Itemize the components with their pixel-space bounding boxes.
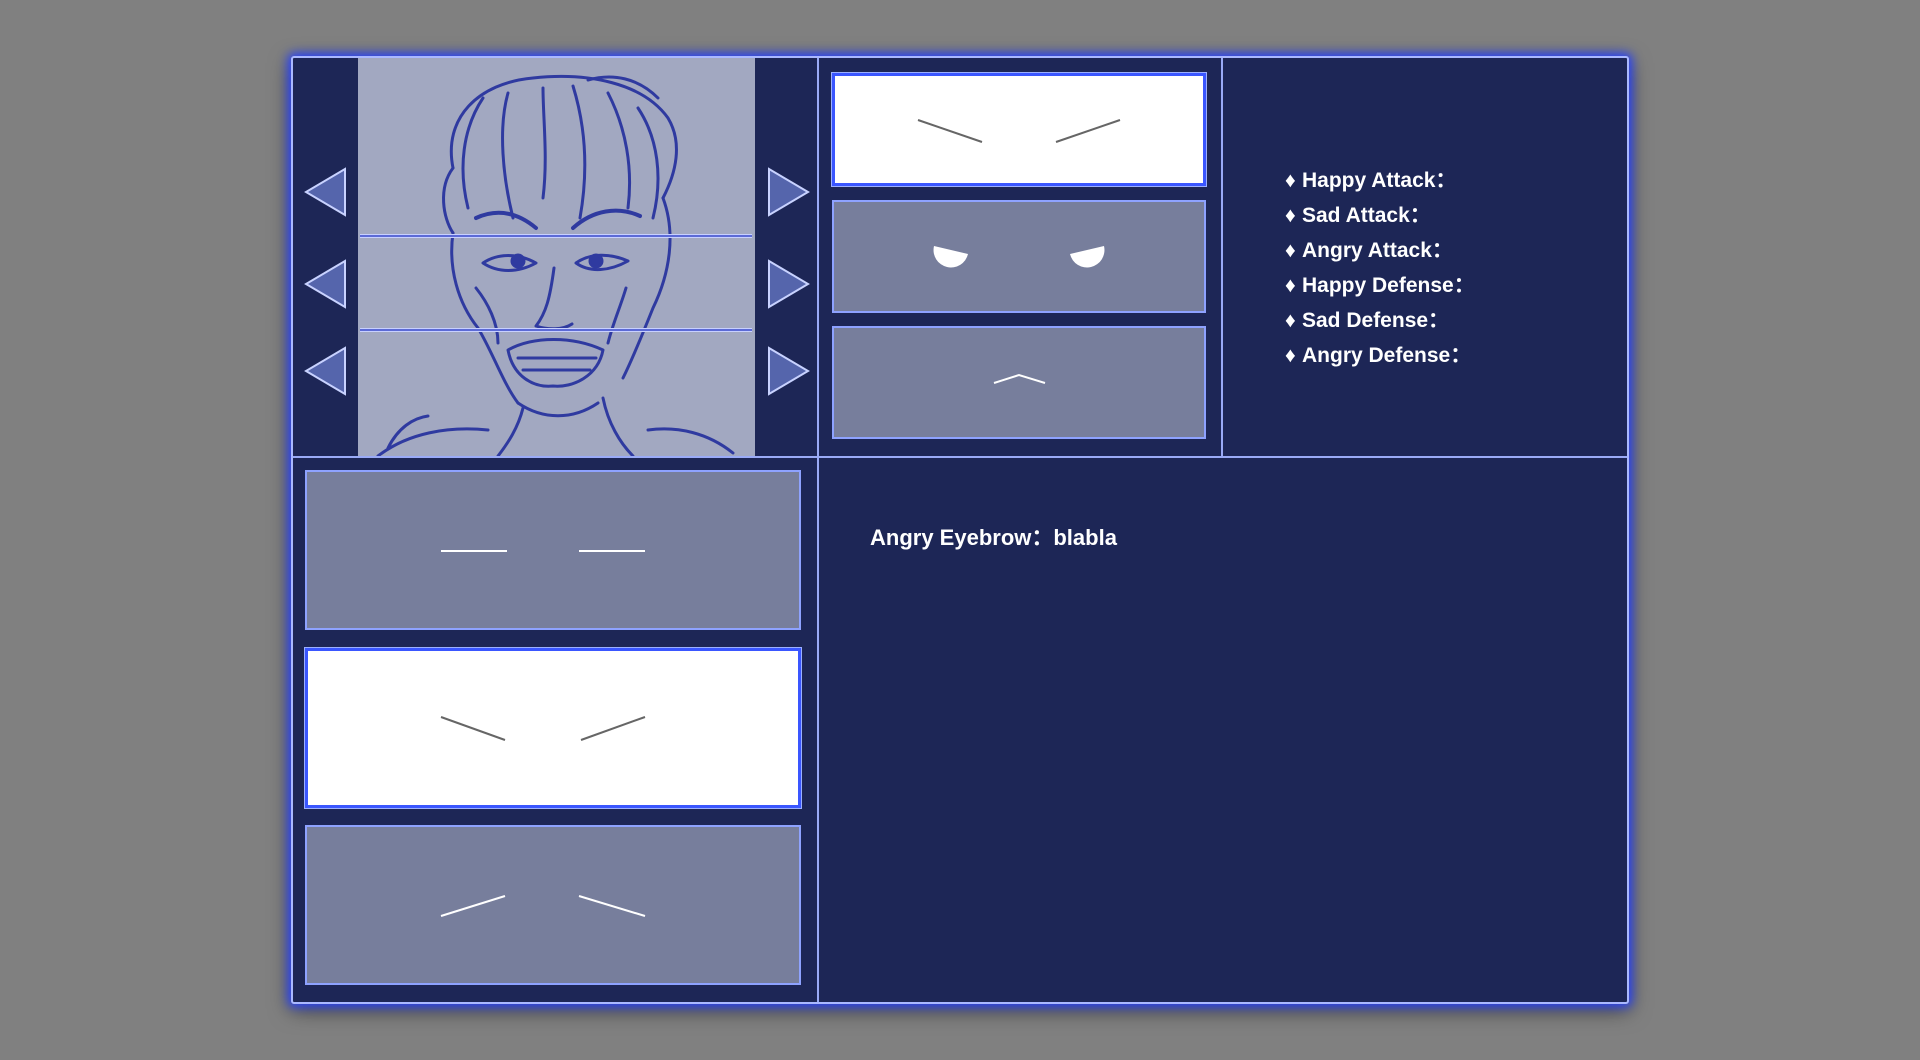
eyebrow-option-sad[interactable] — [305, 825, 801, 985]
diamond-bullet-icon: ♦ — [1285, 239, 1296, 262]
neutral-eyebrows-icon — [441, 550, 645, 552]
sad-eyebrows-icon — [440, 895, 646, 917]
stat-label: Angry Defense： — [1302, 344, 1472, 367]
stat-item: ♦ Sad Defense： — [1285, 303, 1475, 338]
character-editor-panel: ♦ Happy Attack： ♦ Sad Attack： ♦ Angry Attac… — [291, 56, 1629, 1004]
angry-eyes-icon — [933, 246, 1105, 268]
eyebrow-option-angry[interactable] — [305, 648, 801, 808]
eyebrow-next-button[interactable] — [765, 166, 811, 218]
feature-description: Angry Eyebrow：blabla — [870, 525, 1117, 550]
stat-label: Happy Defense： — [1302, 274, 1475, 297]
mouth-next-button[interactable] — [765, 345, 811, 397]
stat-label: Sad Defense： — [1302, 309, 1450, 332]
stat-label: Happy Attack： — [1302, 169, 1457, 192]
stat-item: ♦ Angry Defense： — [1285, 338, 1475, 373]
angry-eyebrows-icon — [917, 119, 1121, 143]
stat-label: Angry Attack： — [1302, 239, 1453, 262]
selection-line-upper — [360, 234, 752, 238]
arrow-right-icon — [768, 167, 810, 217]
arrow-left-icon — [304, 259, 346, 309]
face-preview — [358, 58, 755, 456]
eyes-next-button[interactable] — [765, 258, 811, 310]
feature-tile-mouth[interactable] — [832, 326, 1206, 439]
stats-list: ♦ Happy Attack： ♦ Sad Attack： ♦ Angry Attac… — [1285, 163, 1475, 373]
face-sketch-image — [376, 74, 735, 456]
eyes-prev-button[interactable] — [303, 258, 349, 310]
arrow-left-icon — [304, 346, 346, 396]
divider-vertical-top — [1221, 58, 1223, 458]
arrow-right-icon — [768, 259, 810, 309]
arrow-left-icon — [304, 167, 346, 217]
diamond-bullet-icon: ♦ — [1285, 309, 1296, 332]
divider-vertical-main — [817, 58, 819, 1002]
divider-horizontal — [293, 456, 1627, 458]
stat-item: ♦ Happy Attack： — [1285, 163, 1475, 198]
selection-line-lower — [360, 328, 752, 332]
feature-tile-eyes[interactable] — [832, 200, 1206, 313]
diamond-bullet-icon: ♦ — [1285, 204, 1296, 227]
stat-item: ♦ Happy Defense： — [1285, 268, 1475, 303]
diamond-bullet-icon: ♦ — [1285, 169, 1296, 192]
stat-item: ♦ Sad Attack： — [1285, 198, 1475, 233]
diamond-bullet-icon: ♦ — [1285, 274, 1296, 297]
eyebrow-option-neutral[interactable] — [305, 470, 801, 630]
arrow-right-icon — [768, 346, 810, 396]
stat-item: ♦ Angry Attack： — [1285, 233, 1475, 268]
feature-tile-eyebrows[interactable] — [832, 73, 1206, 186]
eyebrow-prev-button[interactable] — [303, 166, 349, 218]
stat-label: Sad Attack： — [1302, 204, 1431, 227]
mouth-prev-button[interactable] — [303, 345, 349, 397]
diamond-bullet-icon: ♦ — [1285, 344, 1296, 367]
angry-eyebrows-icon — [440, 716, 646, 741]
frown-mouth-icon — [993, 373, 1046, 384]
